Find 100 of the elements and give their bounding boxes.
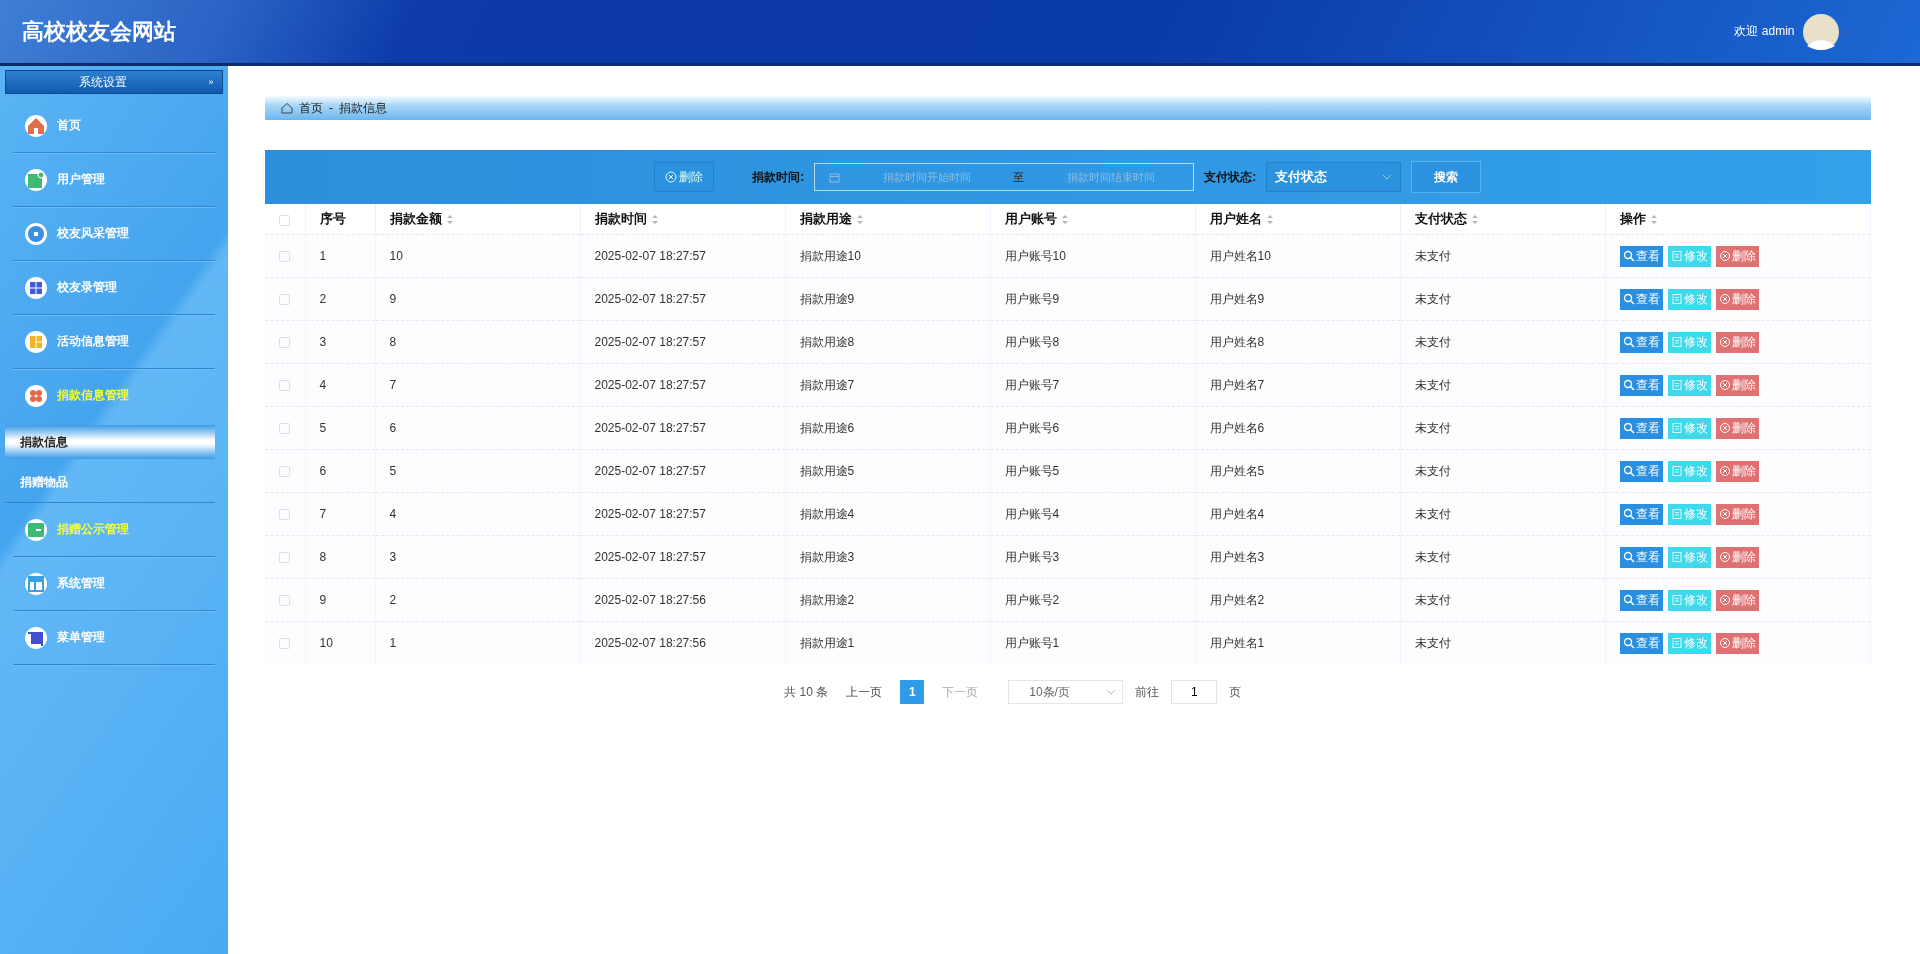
table-cell: 用户账号3 [990, 535, 1195, 579]
page-input[interactable]: 1 [1171, 680, 1218, 704]
edit-button[interactable]: 修改 [1667, 331, 1711, 353]
document-icon [1670, 336, 1683, 348]
edit-button[interactable]: 修改 [1667, 632, 1711, 654]
delete-button[interactable]: 删除 [1715, 546, 1759, 568]
delete-button[interactable]: 删除 [1715, 374, 1759, 396]
row-checkbox[interactable] [279, 552, 290, 564]
row-checkbox[interactable] [279, 294, 290, 306]
edit-button[interactable]: 修改 [1667, 503, 1711, 525]
view-button[interactable]: 查看 [1619, 546, 1663, 568]
menu-item[interactable]: 捐赠公示管理 [57, 521, 129, 538]
table-cell: 用户账号10 [990, 234, 1195, 278]
delete-button[interactable]: 删除 [654, 162, 715, 192]
column-header[interactable]: 操作 [1619, 210, 1646, 228]
chevron-down-icon [1382, 173, 1393, 181]
table-cell: 2025-02-07 18:27:57 [580, 492, 785, 536]
view-button[interactable]: 查看 [1619, 331, 1663, 353]
column-header[interactable]: 支付状态 [1414, 210, 1467, 228]
submenu-item[interactable]: 捐赠物品 [5, 465, 215, 499]
edit-button[interactable]: 修改 [1667, 245, 1711, 267]
view-button[interactable]: 查看 [1619, 374, 1663, 396]
close-circle-icon [1718, 551, 1731, 563]
collapse-toggle[interactable]: » [200, 77, 222, 87]
delete-button[interactable]: 删除 [1715, 589, 1759, 611]
date-range-field[interactable]: 捐款时间开始时间 至 捐款时间结束时间 [814, 163, 1195, 191]
row-checkbox[interactable] [279, 423, 290, 435]
column-header[interactable]: 用户账号 [1004, 210, 1057, 228]
close-circle-icon [1718, 508, 1731, 520]
view-button[interactable]: 查看 [1619, 503, 1663, 525]
table-cell: 用户账号2 [990, 578, 1195, 622]
delete-button[interactable]: 删除 [1715, 331, 1759, 353]
view-button[interactable]: 查看 [1619, 288, 1663, 310]
sort-icon [855, 213, 864, 225]
view-button[interactable]: 查看 [1619, 417, 1663, 439]
row-checkbox[interactable] [279, 509, 290, 521]
page-number[interactable]: 1 [900, 680, 925, 704]
delete-button[interactable]: 删除 [1715, 460, 1759, 482]
row-checkbox[interactable] [279, 638, 290, 650]
edit-button[interactable]: 修改 [1667, 374, 1711, 396]
table-cell: 2025-02-07 18:27:56 [580, 578, 785, 622]
menu-item[interactable]: 系统管理 [57, 575, 105, 592]
column-header[interactable]: 捐款时间 [594, 210, 647, 228]
menu-item[interactable]: 首页 [57, 117, 81, 134]
view-button[interactable]: 查看 [1619, 460, 1663, 482]
breadcrumb-link[interactable]: 首页 [299, 99, 323, 117]
menu-item[interactable]: 菜单管理 [57, 629, 105, 646]
menu-item[interactable]: 用户管理 [57, 171, 105, 188]
menu-item[interactable]: 校友录管理 [57, 279, 117, 296]
sidebar-title: 系统设置 [78, 73, 128, 91]
page-size-select[interactable]: 10条/页 [1008, 680, 1124, 704]
column-header[interactable]: 捐款金额 [389, 210, 442, 228]
edit-button[interactable]: 修改 [1667, 589, 1711, 611]
breadcrumb-link[interactable]: 捐款信息 [339, 99, 387, 117]
submenu-item[interactable]: 捐款信息 [5, 425, 215, 459]
table-cell: 8 [375, 320, 580, 364]
status-select[interactable]: 支付状态 [1266, 162, 1402, 192]
document-icon [1670, 293, 1683, 305]
delete-button[interactable]: 删除 [1715, 245, 1759, 267]
table-cell: 捐款用途6 [785, 406, 990, 450]
edit-button[interactable]: 修改 [1667, 546, 1711, 568]
row-checkbox[interactable] [279, 466, 290, 478]
menu-item[interactable]: 捐款信息管理 [57, 387, 129, 404]
edit-button[interactable]: 修改 [1667, 460, 1711, 482]
row-checkbox[interactable] [279, 595, 290, 607]
goto-label: 前往 [1135, 683, 1160, 701]
table-cell: 2025-02-07 18:27:57 [580, 535, 785, 579]
edit-button[interactable]: 修改 [1667, 288, 1711, 310]
search-icon [1622, 508, 1635, 520]
column-header[interactable]: 序号 [319, 210, 346, 228]
row-checkbox[interactable] [279, 380, 290, 392]
document-icon [1670, 422, 1683, 434]
table-cell: 用户姓名8 [1195, 320, 1400, 364]
table-cell: 未支付 [1400, 320, 1605, 364]
delete-button[interactable]: 删除 [1715, 632, 1759, 654]
view-button[interactable]: 查看 [1619, 589, 1663, 611]
delete-button[interactable]: 删除 [1715, 288, 1759, 310]
table-cell: 未支付 [1400, 578, 1605, 622]
column-header[interactable]: 捐款用途 [799, 210, 852, 228]
menu-item[interactable]: 校友风采管理 [57, 225, 129, 242]
document-icon [1670, 379, 1683, 391]
edit-button[interactable]: 修改 [1667, 417, 1711, 439]
column-header[interactable]: 用户姓名 [1209, 210, 1262, 228]
table-cell: 用户账号7 [990, 363, 1195, 407]
table-cell: 未支付 [1400, 535, 1605, 579]
table-cell: 2025-02-07 18:27:57 [580, 277, 785, 321]
table-cell: 未支付 [1400, 621, 1605, 664]
view-button[interactable]: 查看 [1619, 245, 1663, 267]
delete-button[interactable]: 删除 [1715, 503, 1759, 525]
view-button[interactable]: 查看 [1619, 632, 1663, 654]
row-checkbox[interactable] [279, 251, 290, 263]
end-date-placeholder: 捐款时间结束时间 [1065, 169, 1156, 185]
search-button[interactable]: 搜索 [1411, 161, 1482, 193]
calendar-icon [829, 171, 841, 183]
delete-button[interactable]: 删除 [1715, 417, 1759, 439]
menu-item[interactable]: 活动信息管理 [57, 333, 129, 350]
table-cell: 用户姓名3 [1195, 535, 1400, 579]
row-checkbox[interactable] [279, 337, 290, 349]
close-circle-icon [1718, 637, 1731, 649]
select-all-checkbox[interactable] [279, 214, 290, 226]
